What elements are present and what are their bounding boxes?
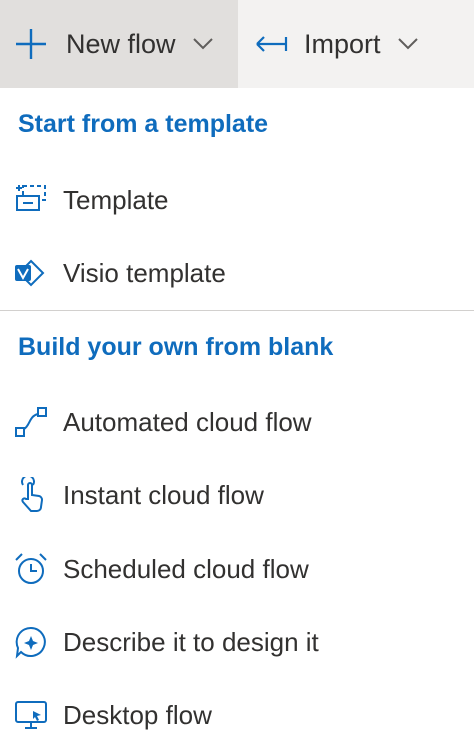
menu-item-label: Visio template [63,257,226,288]
chat-sparkle-icon [12,623,50,661]
new-flow-label: New flow [66,28,176,59]
section-header-blank: Build your own from blank [18,333,334,361]
menu-item-label: Template [63,184,169,215]
chevron-down-icon [397,38,418,50]
section-header-template: Start from a template [18,110,269,138]
plus-icon [16,29,46,59]
visio-icon [12,254,50,292]
alarm-clock-icon [12,550,50,588]
command-bar: New flow Import [0,0,474,88]
template-icon [12,181,50,219]
section-divider [0,310,474,311]
new-flow-button[interactable]: New flow [0,0,238,88]
import-label: Import [304,28,381,59]
menu-item-label: Instant cloud flow [63,479,264,510]
menu-item-instant-cloud-flow[interactable]: Instant cloud flow [0,459,474,531]
import-arrow-icon [256,36,288,52]
menu-item-describe-to-design[interactable]: Describe it to design it [0,606,474,678]
menu-item-template[interactable]: Template [0,164,474,236]
menu-item-automated-cloud-flow[interactable]: Automated cloud flow [0,386,474,458]
menu-item-visio-template[interactable]: Visio template [0,237,474,309]
menu-item-label: Scheduled cloud flow [63,553,309,584]
desktop-flow-icon [12,696,50,734]
automated-flow-icon [12,403,50,441]
import-button[interactable]: Import [238,0,474,88]
touch-hand-icon [12,476,50,514]
menu-item-label: Describe it to design it [63,626,319,657]
menu-item-scheduled-cloud-flow[interactable]: Scheduled cloud flow [0,533,474,605]
chevron-down-icon [192,38,213,50]
menu-item-label: Automated cloud flow [63,406,312,437]
menu-item-desktop-flow[interactable]: Desktop flow [0,679,474,751]
menu-item-label: Desktop flow [63,699,212,730]
